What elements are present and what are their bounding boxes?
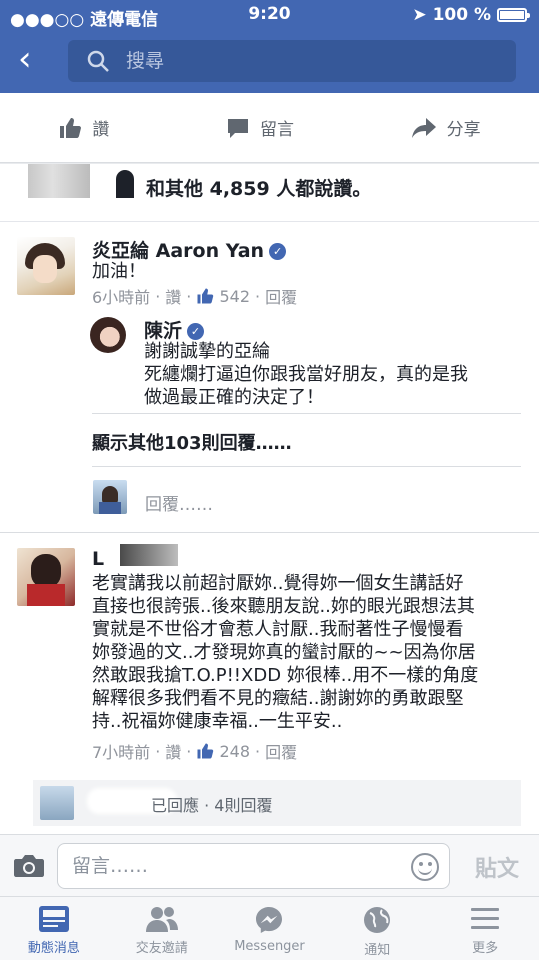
avatar[interactable]	[17, 548, 75, 606]
thumbs-up-icon	[197, 288, 214, 303]
camera-icon	[14, 855, 44, 877]
post-actions: 讚 留言 分享	[0, 93, 539, 163]
replies-summary[interactable]: 已回應 · 4則回覆	[33, 780, 521, 826]
comment-time: 6小時前	[92, 288, 151, 307]
likes-summary-text: 和其他 4,859 人都說讚。	[146, 178, 372, 200]
verified-badge-icon: ✓	[187, 323, 205, 340]
divider	[92, 466, 521, 467]
likes-summary[interactable]: 和其他 4,859 人都說讚。	[0, 164, 539, 222]
comment-text-line: 老實講我以前超討厭妳..覺得妳一個女生講話好	[92, 573, 464, 594]
friends-icon	[145, 907, 178, 932]
back-button[interactable]: ‹	[18, 42, 46, 78]
reply-text-line: 做過最正確的決定了！	[144, 387, 324, 408]
search-box[interactable]	[68, 40, 516, 82]
search-icon	[87, 50, 109, 72]
tab-label: 通知	[364, 943, 391, 958]
tab-label: 更多	[472, 941, 499, 956]
divider	[0, 532, 539, 533]
comment-text: 加油！	[92, 261, 146, 282]
comment-input[interactable]	[72, 844, 402, 888]
globe-icon	[364, 907, 391, 933]
comment-like-link[interactable]: 讚	[165, 739, 181, 763]
tab-notifications[interactable]: 通知	[323, 897, 431, 960]
tab-label: Messenger	[234, 939, 305, 954]
tab-label: 動態消息	[27, 941, 80, 956]
avatar	[40, 786, 74, 820]
blurred-fragment	[116, 170, 134, 198]
like-count[interactable]: 248	[196, 742, 250, 761]
share-button[interactable]: 分享	[411, 115, 481, 140]
location-icon: ➤	[412, 5, 427, 25]
blurred-name	[120, 544, 178, 566]
comment-meta: 7小時前 · 讚 · 248 · 回覆	[92, 739, 297, 763]
comment-text-line: 妳發過的文..才發現妳真的蠻討厭的~~因為你居	[92, 642, 476, 663]
comment-text-line: 直接也很誇張..後來聽朋友說..妳的眼光跟想法其	[92, 596, 475, 617]
tab-label: 交友邀請	[135, 941, 188, 956]
battery-percent: 100 %	[432, 5, 491, 25]
share-label: 分享	[446, 120, 481, 140]
tab-more[interactable]: 更多	[431, 897, 539, 960]
messenger-icon	[256, 907, 283, 933]
top-bar: ●●●○○ 遠傳電信 9:20 ➤ 100 % ‹	[0, 0, 539, 93]
thumbs-up-icon	[60, 117, 82, 138]
tab-bar: 動態消息 交友邀請 Messenger 通知 更多	[0, 896, 539, 960]
comment-reply-link[interactable]: 回覆	[265, 284, 297, 308]
comment-label: 留言	[259, 120, 294, 140]
comment-meta: 6小時前 · 讚 · 542 · 回覆	[92, 284, 297, 308]
comment-text-line: 解釋很多我們看不見的癥結..謝謝妳的勇敢跟堅	[92, 688, 464, 709]
comment-icon	[227, 118, 248, 138]
comment-button[interactable]: 留言	[226, 115, 294, 140]
camera-button[interactable]	[13, 853, 45, 883]
thumbs-up-icon	[197, 743, 214, 758]
avatar[interactable]	[90, 317, 126, 353]
search-input[interactable]	[126, 50, 446, 72]
reply-author[interactable]: 陳沂 ✓	[144, 316, 205, 343]
comment-text-line: 持..祝福妳健康幸福..一生平安..	[92, 711, 343, 732]
comment-author[interactable]: 炎亞綸 Aaron Yan ✓	[92, 236, 287, 263]
tab-news-feed[interactable]: 動態消息	[0, 897, 108, 960]
comment-composer: 貼文	[0, 834, 539, 896]
comments-list: 炎亞綸 Aaron Yan ✓ 加油！ 6小時前 · 讚 · 542 · 回覆 陳沂 ✓…	[0, 222, 539, 834]
comment-author[interactable]: L	[92, 548, 104, 570]
emoji-icon[interactable]	[411, 853, 439, 881]
blurred-name	[28, 164, 90, 198]
like-button[interactable]: 讚	[58, 115, 109, 140]
tab-messenger[interactable]: Messenger	[216, 897, 324, 960]
like-count[interactable]: 542	[196, 287, 250, 306]
comment-text-line: 實就是不世俗才會惹人討厭..我耐著性子慢慢看	[92, 619, 464, 640]
like-label: 讚	[92, 120, 110, 140]
reply-field[interactable]: 回覆……	[145, 490, 213, 515]
avatar	[93, 480, 127, 514]
divider	[92, 413, 521, 414]
avatar[interactable]	[17, 237, 75, 295]
battery-icon	[497, 8, 530, 22]
show-more-replies[interactable]: 顯示其他103則回覆……	[92, 429, 292, 455]
menu-icon	[471, 908, 500, 929]
battery-indicator: ➤ 100 %	[412, 5, 530, 25]
share-icon	[411, 117, 436, 138]
replies-summary-text: 已回應 · 4則回覆	[151, 796, 273, 815]
tab-friend-requests[interactable]: 交友邀請	[108, 897, 216, 960]
reply-text-line: 謝謝誠摯的亞綸	[144, 341, 270, 362]
comment-field[interactable]	[57, 843, 450, 889]
comment-text-line: 然敢跟我搶T.O.P!!XDD 妳很棒..用不一樣的角度	[92, 665, 479, 686]
status-bar: ●●●○○ 遠傳電信 9:20 ➤ 100 %	[0, 0, 539, 30]
comment-reply-link[interactable]: 回覆	[265, 739, 297, 763]
reply-text-line: 死纏爛打逼迫你跟我當好朋友，真的是我	[144, 364, 468, 385]
post-button[interactable]: 貼文	[475, 851, 519, 883]
comment-like-link[interactable]: 讚	[165, 284, 181, 308]
news-feed-icon	[38, 906, 69, 932]
comment-time: 7小時前	[92, 743, 151, 762]
verified-badge-icon: ✓	[269, 243, 287, 260]
